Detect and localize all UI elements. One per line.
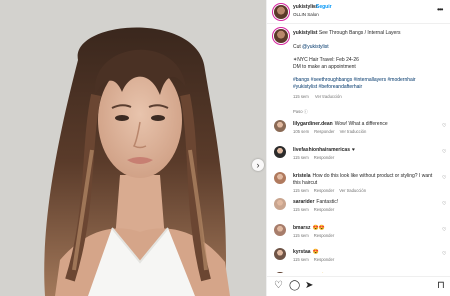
comment-like-heart-icon[interactable]: ♡	[442, 149, 446, 155]
comment-meta: 105 sem Responder Ver traducción	[293, 129, 371, 134]
reply-button[interactable]: Responder	[314, 257, 335, 262]
paso-label[interactable]: Paso ⓘ	[293, 109, 308, 115]
commenter-username[interactable]: kyrstaa	[293, 249, 311, 255]
author-avatar[interactable]	[274, 5, 288, 19]
dm-line: DM to make an appointment	[293, 64, 356, 70]
hashtags-line-1[interactable]: #bangs #seethroughbangs #internallayers …	[293, 77, 416, 83]
commenter-avatar[interactable]	[274, 248, 286, 260]
comment-meta: 115 sem Responder Ver traducción	[293, 188, 371, 193]
commenter-avatar[interactable]	[274, 224, 286, 236]
comment-time: 115 sem	[293, 188, 309, 193]
portrait-image	[0, 0, 266, 296]
comment-time: 105 sem	[293, 129, 310, 134]
comment-like-heart-icon[interactable]: ♡	[442, 201, 446, 207]
comment-like-heart-icon[interactable]: ♡	[442, 175, 446, 181]
commenter-username[interactable]: sararider	[293, 199, 314, 205]
commenter-avatar[interactable]	[274, 120, 286, 132]
caption-title: See Through Bangs / Internal Layers	[318, 30, 401, 36]
reply-button[interactable]: Responder	[314, 207, 335, 212]
comment-row: lilygardiner.dean Wow! What a difference 1…	[267, 118, 450, 138]
comment-text: kyrstaa 😍	[293, 249, 433, 256]
reply-button[interactable]: Responder	[314, 129, 335, 134]
post-photo: ›	[0, 0, 266, 296]
comment-row: bmarsz 😍😍 115 sem Responder ♡	[267, 222, 450, 242]
commenter-avatar[interactable]	[274, 146, 286, 158]
comment-text: livefashionhairamericas ♥	[293, 147, 433, 154]
translate-link[interactable]: Ver traducción	[340, 129, 367, 134]
comment-row: kristela How do this look like without pr…	[267, 170, 450, 196]
comment-icon[interactable]: ◯	[289, 280, 300, 292]
comment-like-heart-icon[interactable]: ♡	[442, 123, 446, 129]
next-photo-button[interactable]: ›	[252, 159, 264, 171]
more-options-icon[interactable]: •••	[437, 5, 443, 14]
comment-meta: 115 sem Responder	[293, 233, 339, 238]
location-link[interactable]: OLLIN Salon	[293, 12, 319, 17]
caption-time: 115 sem	[293, 94, 309, 99]
comment-time: 115 sem	[293, 233, 309, 238]
comment-time: 115 sem	[293, 257, 309, 262]
caption-cut-line: Cut @yukistylist	[293, 44, 329, 50]
comment-time: 115 sem	[293, 207, 309, 212]
comment-text: bmarsz 😍😍	[293, 225, 433, 232]
caption-translate-link[interactable]: Ver traducción	[315, 94, 342, 99]
caption-meta: 115 sem Ver traducción	[293, 94, 347, 99]
comment-row: sararider Fantastic! 115 sem Responder ♡	[267, 196, 450, 216]
reply-button[interactable]: Responder	[314, 155, 335, 160]
like-heart-icon[interactable]: ♡	[274, 280, 283, 292]
caption-header: yukistylist See Through Bangs / Internal…	[293, 30, 401, 36]
comment-text: kristela How do this look like without pr…	[293, 173, 433, 186]
comment-row: livefashionhairamericas ♥ 115 sem Responder…	[267, 144, 450, 164]
action-bar: ♡ ◯ ➤ ⊓	[267, 276, 450, 296]
travel-line: ✶NYC Hair Travel: Feb 24-26	[293, 57, 359, 63]
comments-scroll-area[interactable]: yukistylist See Through Bangs / Internal…	[267, 25, 450, 273]
hashtags-line-2[interactable]: #yukistylist #beforeandafterhair	[293, 84, 362, 90]
comment-body: How do this look like without product or…	[293, 173, 433, 186]
comment-meta: 115 sem Responder	[293, 155, 339, 160]
share-icon[interactable]: ➤	[305, 280, 313, 292]
post-side-panel: yukistylist • Seguir OLLIN Salon ••• yuk…	[266, 0, 450, 296]
comment-meta: 115 sem Responder	[293, 207, 339, 212]
post-header: yukistylist • Seguir OLLIN Salon •••	[267, 0, 450, 24]
comment-text: sararider Fantastic!	[293, 199, 433, 206]
translate-link[interactable]: Ver traducción	[339, 188, 366, 193]
comment-time: 115 sem	[293, 155, 309, 160]
commenter-username[interactable]: bmarsz	[293, 225, 311, 231]
comment-body: Fantastic!	[316, 199, 339, 205]
reply-button[interactable]: Responder	[314, 233, 335, 238]
cut-label: Cut	[293, 44, 301, 50]
comment-body: ♥	[351, 147, 355, 153]
comment-body: Wow! What a difference	[334, 121, 388, 127]
caption-username[interactable]: yukistylist	[293, 30, 317, 36]
comment-meta: 115 sem Responder	[293, 257, 339, 262]
commenter-avatar[interactable]	[274, 198, 286, 210]
commenter-avatar[interactable]	[274, 172, 286, 184]
caption-avatar[interactable]	[274, 29, 288, 43]
commenter-username[interactable]: lilygardiner.dean	[293, 121, 333, 127]
cut-handle-link[interactable]: @yukistylist	[302, 44, 328, 50]
separator-dot: •	[312, 4, 314, 10]
follow-button[interactable]: Seguir	[316, 4, 332, 10]
comment-like-heart-icon[interactable]: ♡	[442, 227, 446, 233]
comment-body: 😍	[312, 249, 319, 255]
comment-row: yukistylist🙏♡	[267, 270, 450, 273]
commenter-username[interactable]: livefashionhairamericas	[293, 147, 350, 153]
commenter-avatar[interactable]	[274, 272, 286, 273]
comment-row: kyrstaa 😍 115 sem Responder ♡	[267, 246, 450, 266]
comment-text: lilygardiner.dean Wow! What a difference	[293, 121, 433, 128]
reply-button[interactable]: Responder	[314, 188, 335, 193]
comment-body: 😍😍	[312, 225, 325, 231]
commenter-username[interactable]: kristela	[293, 173, 311, 179]
save-bookmark-icon[interactable]: ⊓	[437, 280, 445, 292]
comment-like-heart-icon[interactable]: ♡	[442, 251, 446, 257]
